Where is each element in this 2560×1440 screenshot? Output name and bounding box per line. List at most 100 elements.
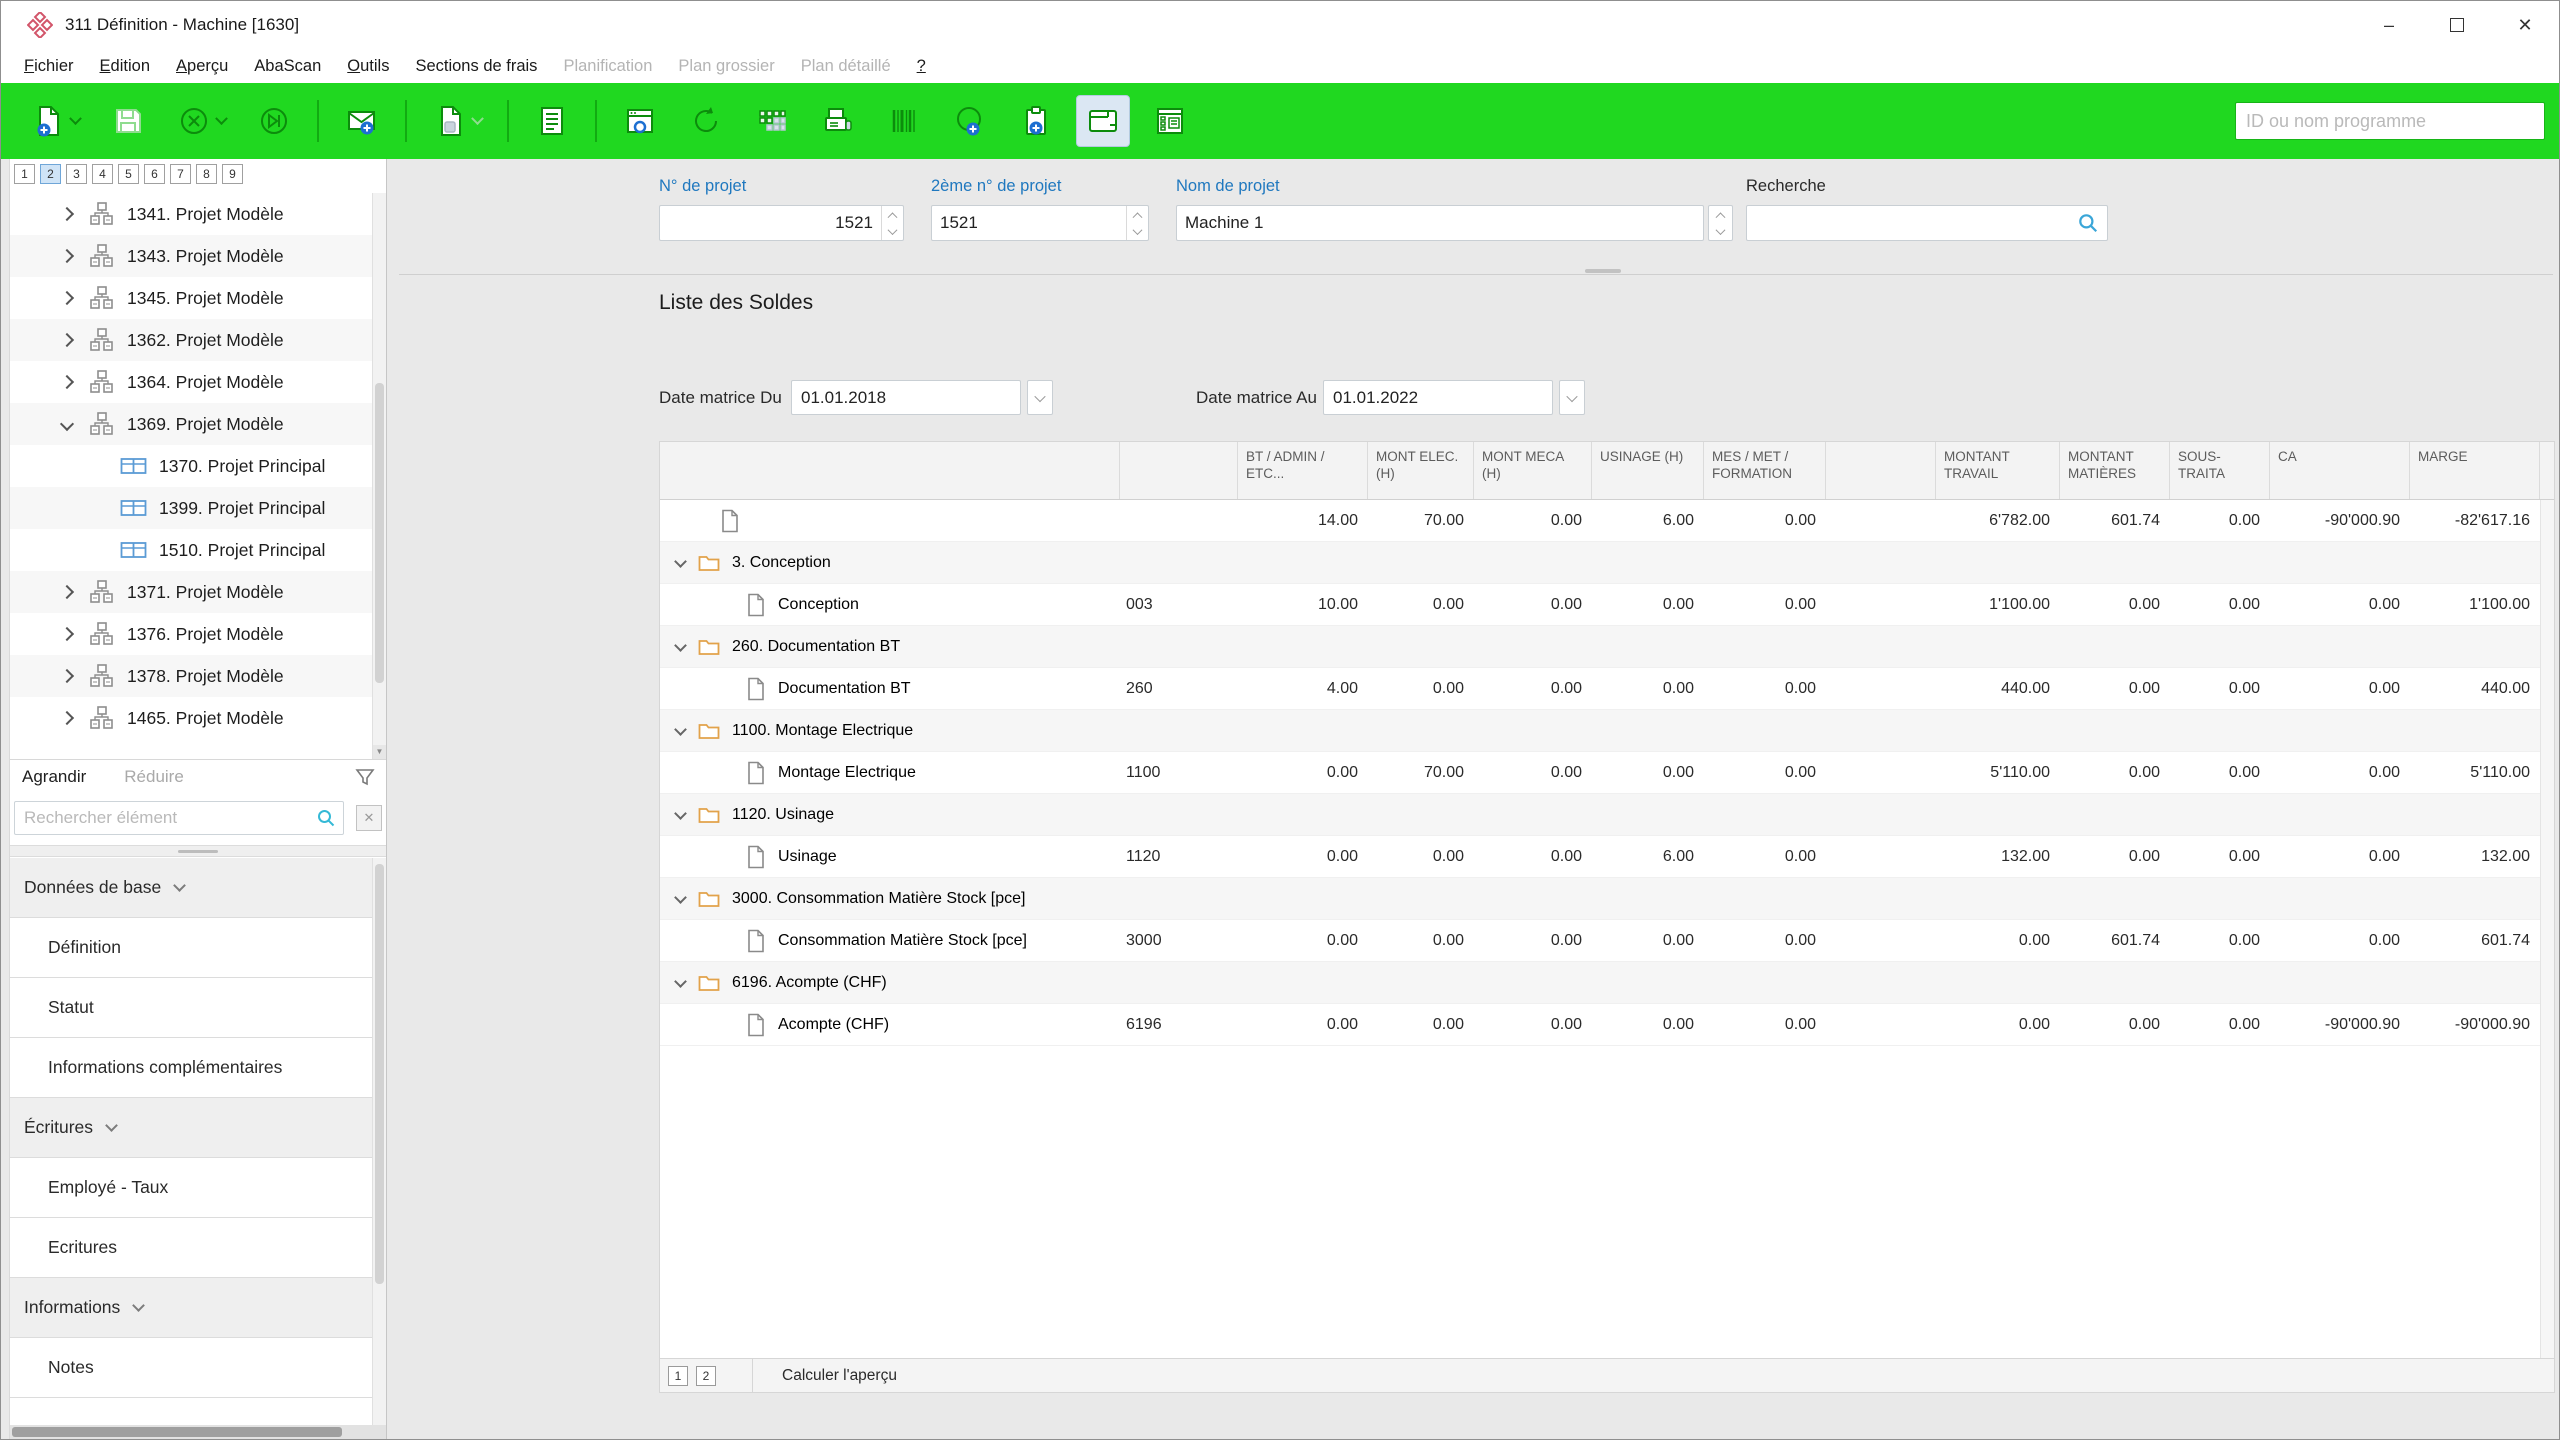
nav-horizontal-scrollbar[interactable] — [10, 1425, 386, 1439]
report-button[interactable] — [526, 95, 578, 147]
column-header-11[interactable]: CA — [2270, 442, 2410, 499]
filter-icon[interactable] — [354, 766, 376, 788]
clear-search-button[interactable]: ✕ — [356, 805, 382, 831]
project-name-input[interactable] — [1177, 206, 1703, 240]
chevron-down-icon[interactable] — [674, 807, 687, 820]
date-from-dropdown[interactable] — [1027, 380, 1053, 415]
nav-item-partial[interactable] — [10, 1398, 372, 1425]
paste-add-button[interactable] — [1010, 95, 1062, 147]
tree-item[interactable]: 1399. Projet Principal — [10, 487, 372, 529]
column-header-10[interactable]: SOUS-TRAITA — [2170, 442, 2270, 499]
search-icon[interactable] — [2077, 212, 2099, 234]
chevron-right-icon[interactable] — [60, 333, 74, 347]
chevron-right-icon[interactable] — [60, 585, 74, 599]
chevron-right-icon[interactable] — [60, 669, 74, 683]
grid-row-group[interactable]: 1120. Usinage — [660, 794, 2540, 836]
grid-row-leaf[interactable]: Documentation BT2604.000.000.000.000.004… — [660, 668, 2540, 710]
collapse-all-button[interactable]: Réduire — [124, 767, 184, 787]
column-header-3[interactable]: MONT ELEC. (H) — [1368, 442, 1474, 499]
menu-outils[interactable]: Outils — [334, 57, 402, 76]
chevron-down-icon[interactable] — [674, 723, 687, 736]
calculate-preview-button[interactable]: Calculer l'aperçu — [782, 1367, 897, 1385]
chevron-down-icon[interactable] — [674, 891, 687, 904]
menu-aper-u[interactable]: Aperçu — [163, 57, 241, 76]
column-header-5[interactable]: USINAGE (H) — [1592, 442, 1704, 499]
grid-scrollbar[interactable] — [2540, 500, 2554, 1358]
date-to-field[interactable]: 01.01.2022 — [1323, 380, 1553, 415]
page-tab-9[interactable]: 9 — [222, 164, 243, 184]
menu-?[interactable]: ? — [904, 57, 939, 76]
panel-splitter[interactable] — [10, 845, 386, 857]
page-tab-3[interactable]: 3 — [66, 164, 87, 184]
nav-scrollbar[interactable] — [372, 858, 386, 1425]
chevron-right-icon[interactable] — [60, 249, 74, 263]
tree-item[interactable]: 1341. Projet Modèle — [10, 193, 372, 235]
tree-item[interactable]: 1369. Projet Modèle — [10, 403, 372, 445]
print-button[interactable] — [812, 95, 864, 147]
nav-section-écritures[interactable]: Écritures — [10, 1098, 372, 1158]
nav-item-statut[interactable]: Statut — [10, 978, 372, 1038]
date-from-field[interactable]: 01.01.2018 — [791, 380, 1021, 415]
column-header-4[interactable]: MONT MECA (H) — [1474, 442, 1592, 499]
chevron-down-icon[interactable] — [69, 112, 82, 125]
chevron-down-icon[interactable] — [60, 417, 74, 431]
grid-row-leaf[interactable]: Acompte (CHF)61960.000.000.000.000.000.0… — [660, 1004, 2540, 1046]
maximize-button[interactable] — [2423, 1, 2491, 49]
grid-row-leaf[interactable]: Conception00310.000.000.000.000.001'100.… — [660, 584, 2540, 626]
element-search-input[interactable] — [14, 801, 344, 835]
column-header-6[interactable]: MES / MET / FORMATION — [1704, 442, 1826, 499]
footer-page-2[interactable]: 2 — [696, 1366, 716, 1386]
chevron-down-icon[interactable] — [674, 555, 687, 568]
close-button[interactable]: ✕ — [2491, 1, 2559, 49]
grid-row-leaf[interactable]: Consommation Matière Stock [pce]30000.00… — [660, 920, 2540, 962]
tree-item[interactable]: 1345. Projet Modèle — [10, 277, 372, 319]
grid-row-group[interactable]: 260. Documentation BT — [660, 626, 2540, 668]
chevron-down-icon[interactable] — [215, 112, 228, 125]
preview-window-button[interactable] — [614, 95, 666, 147]
page-tab-1[interactable]: 1 — [14, 164, 35, 184]
grid-row-group[interactable]: 3. Conception — [660, 542, 2540, 584]
document-button[interactable] — [424, 95, 490, 147]
grid-row-leaf[interactable]: Montage Electrique11000.0070.000.000.000… — [660, 752, 2540, 794]
minimize-button[interactable]: – — [2355, 1, 2423, 49]
column-header-2[interactable]: BT / ADMIN / ETC... — [1238, 442, 1368, 499]
page-tab-4[interactable]: 4 — [92, 164, 113, 184]
grid-row-total[interactable]: 14.0070.000.006.000.006'782.00601.740.00… — [660, 500, 2540, 542]
page-tab-2[interactable]: 2 — [40, 164, 61, 184]
page-tab-8[interactable]: 8 — [196, 164, 217, 184]
tree-item[interactable]: 1510. Projet Principal — [10, 529, 372, 571]
second-project-number-stepper[interactable] — [1126, 206, 1148, 240]
tree-item[interactable]: 1343. Projet Modèle — [10, 235, 372, 277]
add-circle-button[interactable] — [944, 95, 996, 147]
page-tab-6[interactable]: 6 — [144, 164, 165, 184]
tree-item[interactable]: 1364. Projet Modèle — [10, 361, 372, 403]
page-tab-5[interactable]: 5 — [118, 164, 139, 184]
page-tab-7[interactable]: 7 — [170, 164, 191, 184]
refresh-button[interactable] — [680, 95, 732, 147]
tree-item[interactable]: 1370. Projet Principal — [10, 445, 372, 487]
project-name-stepper[interactable] — [1708, 205, 1733, 241]
tree-item[interactable]: 1362. Projet Modèle — [10, 319, 372, 361]
cancel-button[interactable] — [168, 95, 234, 147]
footer-page-1[interactable]: 1 — [668, 1366, 688, 1386]
nav-section-informations[interactable]: Informations — [10, 1278, 372, 1338]
chevron-down-icon[interactable] — [674, 975, 687, 988]
nav-section-données-de-base[interactable]: Données de base — [10, 858, 372, 918]
project-number-input[interactable] — [660, 206, 881, 240]
nav-item-employé-taux[interactable]: Employé - Taux — [10, 1158, 372, 1218]
menu-fichier[interactable]: Fichier — [11, 57, 87, 76]
header-splitter-handle[interactable] — [1585, 269, 1621, 273]
chevron-right-icon[interactable] — [60, 627, 74, 641]
expand-all-button[interactable]: Agrandir — [22, 767, 86, 787]
grid-row-leaf[interactable]: Usinage11200.000.000.006.000.00132.000.0… — [660, 836, 2540, 878]
chevron-right-icon[interactable] — [60, 291, 74, 305]
second-project-number-input[interactable] — [932, 206, 1126, 240]
new-message-button[interactable] — [336, 95, 388, 147]
chevron-right-icon[interactable] — [60, 711, 74, 725]
tree-scrollbar[interactable]: ▼ — [372, 193, 386, 759]
program-search-input[interactable] — [2235, 102, 2545, 140]
grid-row-group[interactable]: 1100. Montage Electrique — [660, 710, 2540, 752]
date-to-dropdown[interactable] — [1559, 380, 1585, 415]
save-button[interactable] — [102, 95, 154, 147]
column-header-12[interactable]: MARGE — [2410, 442, 2540, 499]
